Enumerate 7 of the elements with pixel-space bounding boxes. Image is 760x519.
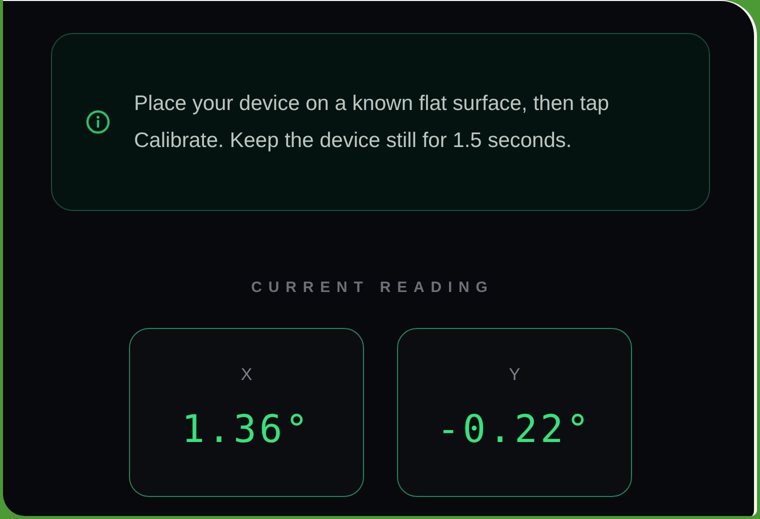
instruction-text: Place your device on a known flat surface, then tap Calibrate. Keep the device still for 1.5 seconds. <box>134 91 610 154</box>
reading-value: -0.22° <box>436 407 592 451</box>
info-icon <box>86 110 110 134</box>
section-title: CURRENT READING <box>251 279 494 296</box>
axis-label: Y <box>508 365 520 385</box>
axis-label: X <box>240 365 252 385</box>
reading-value: 1.36° <box>182 407 312 451</box>
